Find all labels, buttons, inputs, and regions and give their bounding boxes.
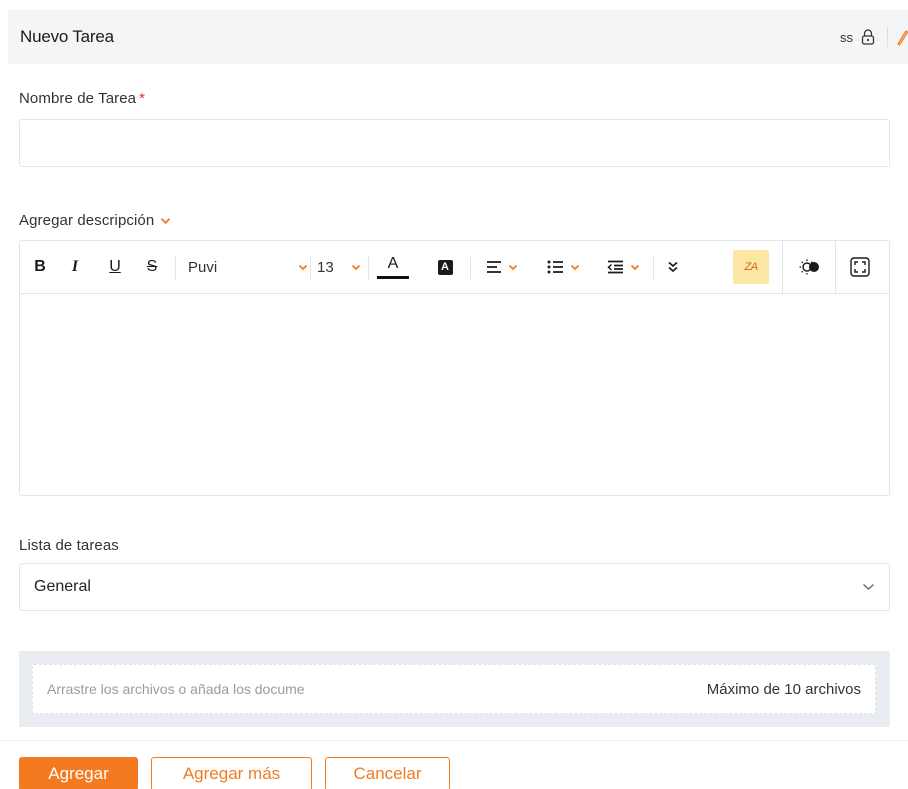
chevron-down-icon — [508, 264, 518, 271]
list-select[interactable] — [541, 241, 585, 293]
font-size-value: 13 — [317, 258, 334, 276]
indent-icon — [606, 260, 624, 274]
attachment-area: Arrastre los archivos o añada los docume… — [19, 651, 890, 727]
theme-toggle-icon — [798, 258, 822, 276]
toolbar-divider — [310, 257, 311, 279]
task-list-label: Lista de tareas — [19, 537, 119, 554]
dialog-footer: Agregar Agregar más Cancelar — [0, 740, 908, 789]
theme-toggle-button[interactable] — [795, 241, 825, 293]
indent-select[interactable] — [601, 241, 645, 293]
header-actions: ss — [840, 10, 908, 64]
bold-button[interactable]: B — [30, 241, 50, 293]
align-select[interactable] — [480, 241, 524, 293]
font-family-select[interactable]: Puvi — [188, 241, 308, 293]
pencil-icon[interactable] — [896, 28, 908, 46]
more-icon — [667, 261, 679, 273]
underline-button[interactable]: U — [105, 241, 125, 293]
fullscreen-icon — [850, 257, 870, 277]
max-files-text: Máximo de 10 archivos — [706, 680, 861, 698]
task-list-select[interactable]: General — [19, 563, 890, 611]
description-toggle[interactable]: Agregar descripción — [19, 212, 171, 229]
text-color-button[interactable]: A — [376, 241, 410, 293]
highlight-color-icon: A — [437, 259, 453, 275]
toolbar-divider — [368, 257, 369, 279]
description-label: Agregar descripción — [19, 212, 155, 229]
toolbar-divider — [835, 241, 836, 293]
fullscreen-button[interactable] — [848, 241, 872, 293]
chevron-down-icon — [862, 583, 875, 591]
toolbar-divider — [782, 241, 783, 293]
dialog-title: Nuevo Tarea — [20, 27, 114, 46]
text-color-swatch — [377, 275, 409, 279]
editor-content-area[interactable] — [20, 294, 889, 495]
drop-zone-placeholder: Arrastre los archivos o añada los docume — [47, 681, 305, 697]
toolbar-divider — [653, 257, 654, 279]
translate-icon: ZA — [744, 261, 758, 273]
file-drop-zone[interactable]: Arrastre los archivos o añada los docume… — [32, 664, 876, 714]
rich-text-editor: B I U S Puvi 13 A A ZA — [19, 240, 890, 496]
task-name-label: Nombre de Tarea * — [19, 90, 146, 107]
add-button[interactable]: Agregar — [19, 757, 138, 789]
align-icon — [486, 260, 502, 274]
chevron-down-icon — [351, 264, 361, 271]
header-divider — [887, 27, 888, 47]
add-more-button[interactable]: Agregar más — [151, 757, 312, 789]
highlight-glyph: A — [441, 261, 449, 273]
more-tools-button[interactable] — [663, 241, 683, 293]
chevron-down-icon — [298, 264, 308, 271]
toolbar-divider — [175, 257, 176, 279]
font-size-select[interactable]: 13 — [317, 241, 361, 293]
highlight-color-button[interactable]: A — [435, 241, 455, 293]
chevron-down-icon — [570, 264, 580, 271]
italic-icon: I — [71, 258, 79, 275]
font-family-value: Puvi — [188, 258, 218, 276]
text-color-icon: A — [387, 254, 399, 272]
chevron-down-icon — [160, 217, 171, 225]
task-name-input[interactable] — [19, 119, 890, 167]
toolbar-divider — [470, 257, 471, 279]
chevron-down-icon — [630, 264, 640, 271]
task-list-value: General — [34, 578, 91, 595]
dialog-header: Nuevo Tarea ss — [8, 10, 908, 64]
user-initials: ss — [840, 29, 853, 45]
bold-icon: B — [34, 258, 46, 275]
italic-button[interactable]: I — [65, 241, 85, 293]
strikethrough-icon: S — [146, 258, 158, 275]
lock-icon[interactable] — [861, 29, 875, 45]
strikethrough-button[interactable]: S — [142, 241, 162, 293]
translate-button[interactable]: ZA — [733, 250, 769, 284]
required-mark: * — [139, 90, 146, 107]
list-icon — [547, 260, 564, 274]
underline-icon: U — [109, 258, 121, 275]
editor-toolbar: B I U S Puvi 13 A A ZA — [20, 241, 889, 294]
cancel-button[interactable]: Cancelar — [325, 757, 450, 789]
